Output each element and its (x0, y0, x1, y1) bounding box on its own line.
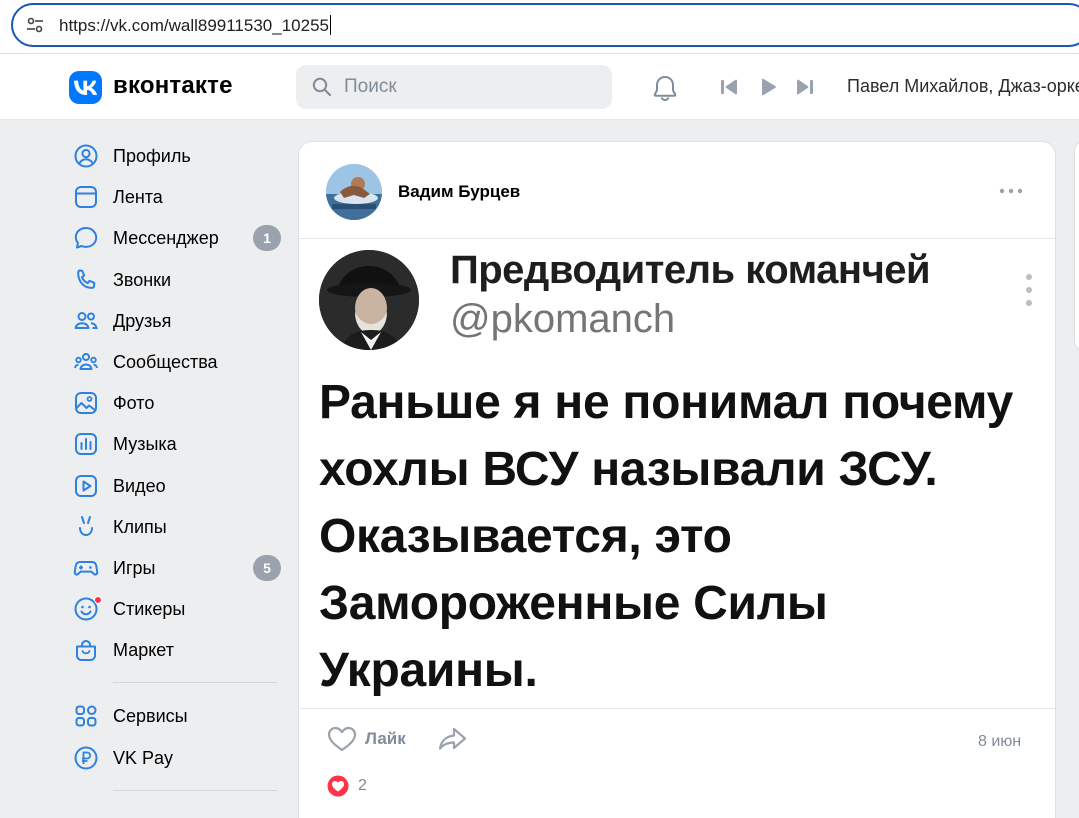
post-reactions[interactable]: 2 (327, 775, 367, 797)
sidebar-item-stickers[interactable]: Стикеры (66, 588, 286, 629)
messenger-unread-badge: 1 (253, 225, 281, 252)
author-photo-icon (326, 164, 382, 220)
tweet-author-name: Предводитель команчей (450, 248, 931, 292)
author-avatar[interactable] (326, 164, 382, 220)
sidebar-divider-2 (113, 789, 277, 791)
share-icon[interactable] (437, 726, 467, 752)
like-button[interactable]: Лайк (327, 726, 406, 752)
site-settings-icon[interactable] (26, 16, 44, 34)
communities-icon (74, 352, 98, 370)
vkpay-icon (74, 746, 98, 770)
sidebar-item-services[interactable]: Сервисы (66, 695, 286, 736)
post-image-tweet[interactable]: Предводитель команчей @pkomanch Раньше я… (300, 239, 1055, 709)
browser-toolbar: https://vk.com/wall89911530_10255 (0, 0, 1079, 54)
messenger-icon (74, 227, 98, 249)
search-input[interactable] (344, 65, 594, 109)
left-sidebar: Профиль Лента Мессенджер 1 Звонки Друзья (66, 135, 286, 803)
search-icon (312, 77, 332, 97)
video-icon (75, 474, 97, 497)
play-icon[interactable] (760, 78, 778, 96)
sidebar-item-clips[interactable]: Клипы (66, 506, 286, 547)
post-date[interactable]: 8 июн (978, 733, 1021, 751)
sidebar-divider (113, 682, 277, 684)
sidebar-item-music[interactable]: Музыка (66, 423, 286, 464)
vk-logo-icon[interactable] (69, 71, 102, 104)
sidebar-item-feed[interactable]: Лента (66, 176, 286, 217)
tweet-menu-icon (1026, 274, 1032, 306)
friends-icon (74, 311, 98, 329)
games-badge: 5 (253, 554, 281, 581)
tweet-author-handle: @pkomanch (450, 297, 676, 341)
heart-reaction-icon (327, 775, 349, 797)
now-playing-track[interactable]: Павел Михайлов, Джаз-оркестр (847, 76, 1079, 97)
games-icon (73, 560, 99, 576)
vk-header: вконтакте Павел Михайлов, Джаз-оркестр (0, 54, 1079, 120)
sidebar-item-photo[interactable]: Фото (66, 382, 286, 423)
sidebar-item-video[interactable]: Видео (66, 465, 286, 506)
market-icon (76, 640, 96, 662)
address-bar[interactable]: https://vk.com/wall89911530_10255 (11, 3, 1079, 47)
heart-outline-icon (327, 726, 357, 752)
previous-track-icon[interactable] (720, 78, 738, 96)
services-icon (75, 705, 97, 727)
photo-icon (75, 392, 97, 415)
profile-icon (74, 144, 98, 168)
sidebar-item-friends[interactable]: Друзья (66, 300, 286, 341)
feed-icon (75, 186, 97, 209)
wall-post: Вадим Бурцев Предводитель команчей @pkom… (298, 141, 1056, 818)
post-author-name[interactable]: Вадим Бурцев (398, 182, 520, 202)
clips-icon (79, 515, 93, 536)
tweet-text: Раньше я не понимал почему хохлы ВСУ наз… (319, 376, 1014, 697)
stickers-new-dot (94, 596, 102, 605)
sidebar-item-vkpay[interactable]: VK Pay (66, 737, 286, 778)
sidebar-item-profile[interactable]: Профиль (66, 135, 286, 176)
text-caret (329, 15, 331, 35)
like-label: Лайк (365, 729, 406, 748)
right-column-card (1074, 141, 1079, 351)
url-text[interactable]: https://vk.com/wall89911530_10255 (59, 15, 331, 36)
sidebar-item-calls[interactable]: Звонки (66, 259, 286, 300)
more-options-icon[interactable] (999, 188, 1023, 194)
sidebar-item-communities[interactable]: Сообщества (66, 341, 286, 382)
phone-icon (77, 269, 96, 289)
tweet-avatar (319, 250, 419, 350)
tweet-avatar-photo-icon (319, 250, 419, 350)
sidebar-item-games[interactable]: Игры 5 (66, 547, 286, 588)
sidebar-item-messenger[interactable]: Мессенджер 1 (66, 217, 286, 258)
next-track-icon[interactable] (796, 78, 814, 96)
music-icon (75, 433, 97, 456)
sidebar-item-market[interactable]: Маркет (66, 629, 286, 670)
reaction-count: 2 (358, 777, 367, 794)
notifications-bell-icon[interactable] (651, 74, 679, 102)
search-box[interactable] (296, 65, 612, 109)
vk-brand-name[interactable]: вконтакте (113, 72, 233, 100)
